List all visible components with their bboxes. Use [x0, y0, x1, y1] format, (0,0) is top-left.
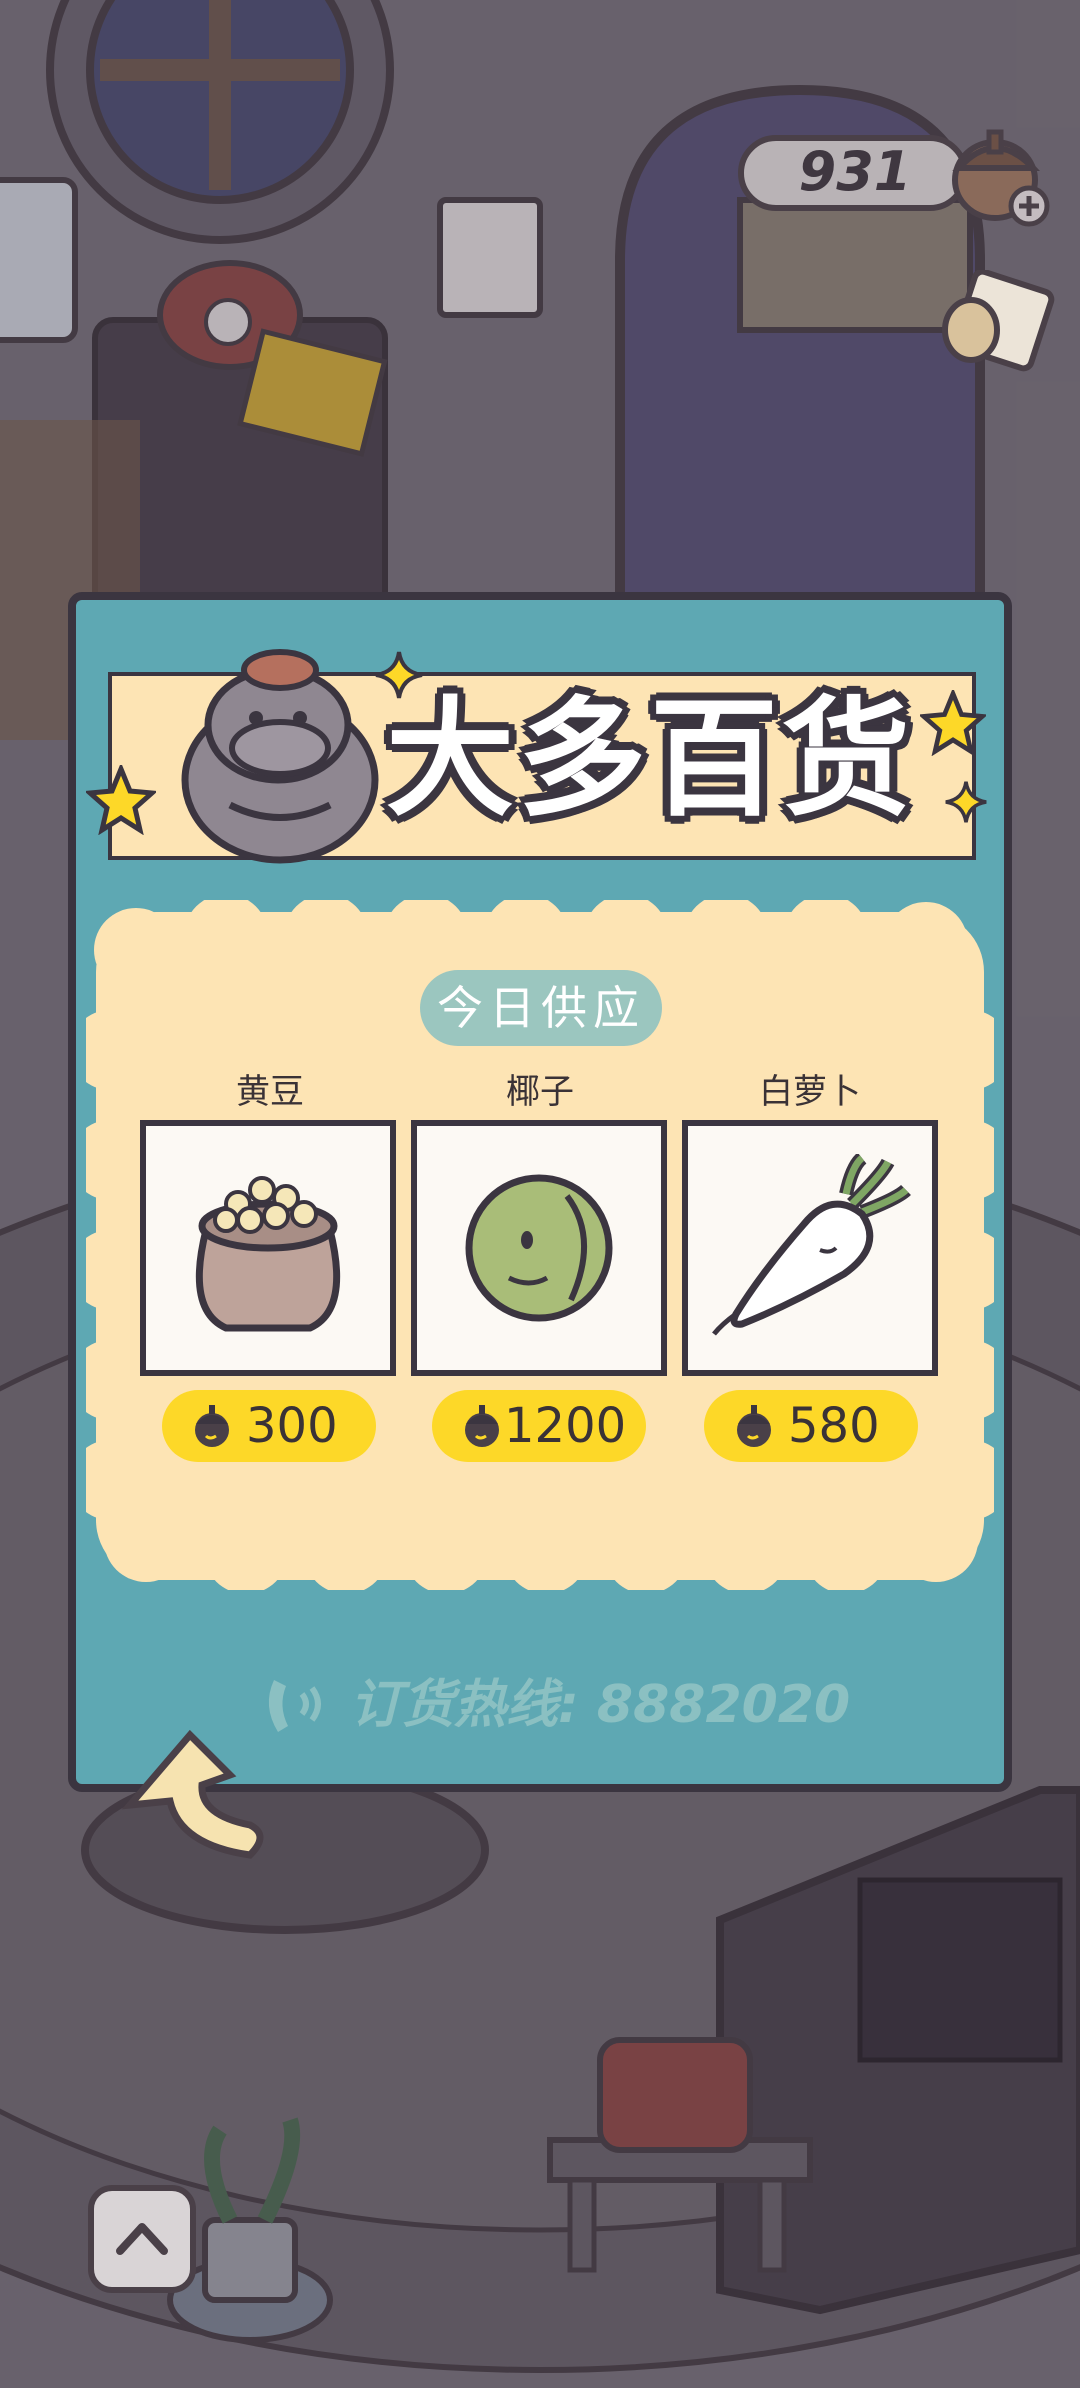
hippo-shopkeeper-icon [181, 649, 379, 864]
acorn-icon [195, 1405, 229, 1447]
order-hotline: 订货热线: 8882020 [350, 1675, 851, 1735]
soybean-sack-icon [195, 1176, 341, 1332]
price-button-soybean[interactable]: 300 [162, 1390, 376, 1462]
radish-icon [712, 1154, 911, 1336]
sparkle-icon [945, 781, 987, 823]
coconut-icon [465, 1174, 613, 1322]
acorn-icon [737, 1405, 771, 1447]
shop-title: 大多百货 [385, 685, 914, 834]
price-coconut: 1200 [504, 1398, 627, 1454]
chevron-up-icon [116, 2223, 168, 2255]
price-soybean: 300 [246, 1398, 338, 1454]
expand-up-button[interactable] [88, 2185, 196, 2293]
currency-amount: 931 [798, 140, 912, 203]
acorn-icon[interactable] [945, 118, 1055, 228]
item-card-radish[interactable] [682, 1120, 938, 1376]
item-name-radish: 白萝卜 [759, 1072, 861, 1112]
acorn-icon [465, 1405, 499, 1447]
item-name-coconut: 椰子 [506, 1072, 574, 1112]
price-button-coconut[interactable]: 1200 [432, 1390, 646, 1462]
mail-icon[interactable] [935, 270, 1055, 380]
star-icon [86, 765, 156, 835]
item-card-soybean[interactable] [140, 1120, 396, 1376]
price-button-radish[interactable]: 580 [704, 1390, 918, 1462]
back-arrow-icon[interactable] [120, 1725, 270, 1875]
price-radish: 580 [788, 1398, 880, 1454]
today-supply-badge: 今日供应 [420, 970, 662, 1046]
item-name-soybean: 黄豆 [236, 1072, 304, 1112]
item-card-coconut[interactable] [411, 1120, 667, 1376]
